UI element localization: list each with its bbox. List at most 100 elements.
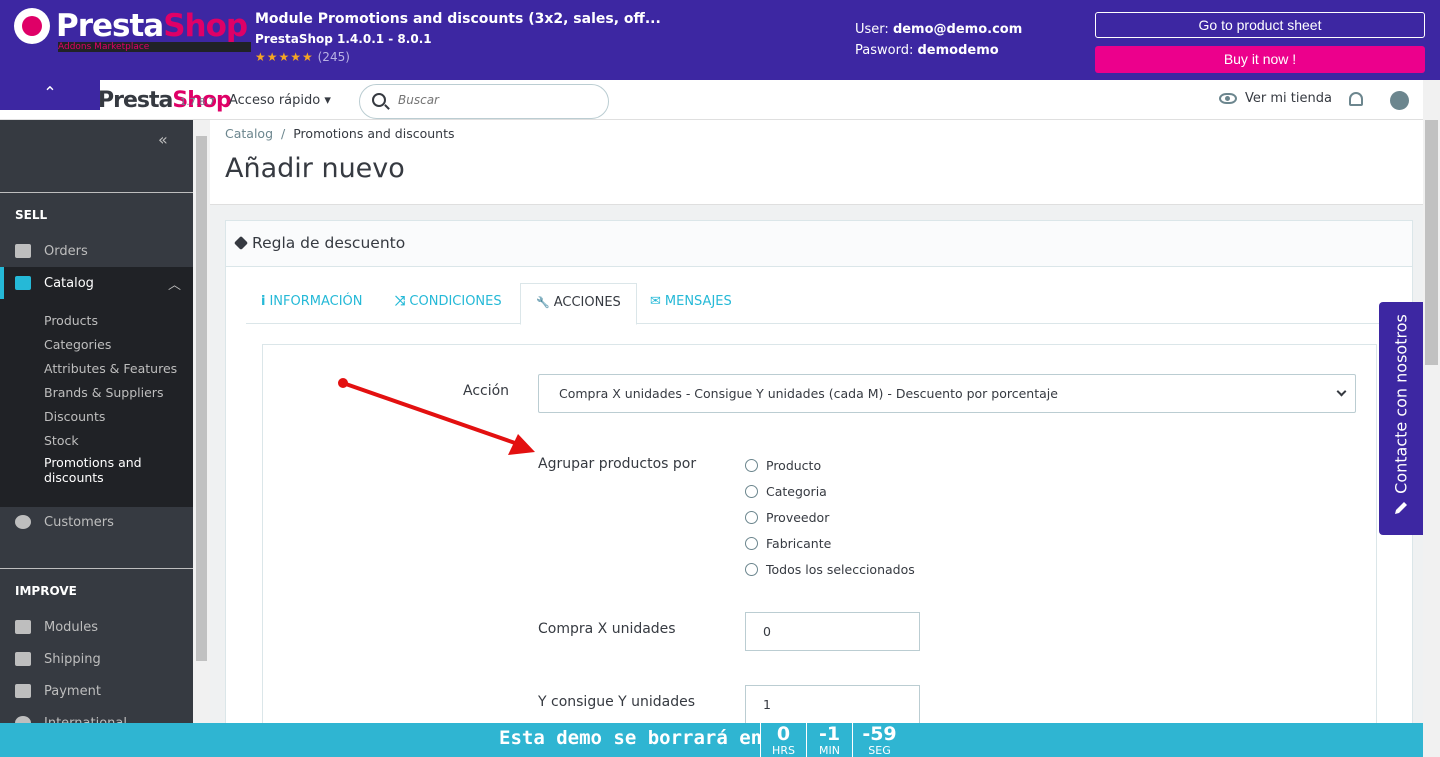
page-scroll-thumb[interactable]	[1425, 120, 1438, 365]
wrench-icon: 🔧	[536, 296, 550, 309]
sidebar-divider	[0, 568, 193, 569]
buy-x-input[interactable]: 0	[745, 612, 920, 651]
buy-x-label: Compra X unidades	[538, 621, 676, 637]
password-label: Pasword:	[855, 43, 914, 58]
radio-producto[interactable]: Producto	[745, 455, 821, 475]
search-box[interactable]	[359, 84, 609, 119]
shuffle-icon: ⤨	[395, 294, 406, 309]
radio-proveedor[interactable]: Proveedor	[745, 507, 829, 527]
sidebar-subitem-categories[interactable]: Categories	[0, 333, 193, 357]
radio-circle[interactable]	[745, 562, 758, 576]
countdown-hours: 0 HRS	[760, 723, 806, 757]
basket-icon	[15, 244, 31, 258]
view-store-link[interactable]: Ver mi tienda	[1219, 91, 1332, 106]
user-value: demo@demo.com	[892, 22, 1023, 37]
action-select[interactable]: Compra X unidades - Consigue Y unidades …	[538, 374, 1356, 413]
sidebar-section-improve: IMPROVE	[15, 584, 77, 598]
sidebar-subitem-promotions[interactable]: Promotions and discounts	[0, 453, 193, 487]
user-label: User:	[855, 22, 889, 37]
password-value: demodemo	[917, 43, 999, 58]
star-rating-icon: ★★★★★	[255, 50, 314, 64]
sidebar-subitem-brands[interactable]: Brands & Suppliers	[0, 381, 193, 405]
view-store-label: Ver mi tienda	[1245, 91, 1332, 106]
tab-mensajes[interactable]: ✉ MENSAJES	[635, 283, 747, 324]
page-header: Catalog / Promotions and discounts Añadir …	[210, 120, 1423, 205]
arrow-shaft	[342, 381, 516, 445]
puzzle-icon	[15, 620, 31, 634]
sidebar-item-customers[interactable]: Customers	[0, 506, 193, 538]
module-version: PrestaShop 1.4.0.1 - 8.0.1	[255, 32, 432, 46]
tab-informacion[interactable]: i INFORMACIÓN	[246, 283, 378, 324]
get-y-input[interactable]: 1	[745, 685, 920, 724]
tab-acciones[interactable]: 🔧 ACCIONES	[520, 283, 637, 325]
addons-topbar: PrestaShop Addons Marketplace Module Pro…	[0, 0, 1440, 80]
radio-categoria[interactable]: Categoria	[745, 481, 827, 501]
radio-circle[interactable]	[745, 484, 758, 498]
store-icon	[15, 276, 31, 290]
admin-header: PrestaShop 1.7.8.7 Acceso rápido ▾ Ver m…	[0, 80, 1440, 120]
discount-rule-panel: Regla de descuento i INFORMACIÓN ⤨ CONDICI…	[225, 220, 1413, 757]
notifications-bell-icon[interactable]	[1349, 92, 1363, 106]
panel-heading: Regla de descuento	[226, 221, 1412, 267]
tab-condiciones[interactable]: ⤨ CONDICIONES	[380, 283, 517, 324]
pencil-icon	[1395, 502, 1407, 514]
get-y-label: Y consigue Y unidades	[538, 694, 696, 710]
logo-subtitle: Addons Marketplace	[58, 42, 251, 52]
page-title: Añadir nuevo	[225, 153, 405, 184]
chevron-up-icon: ︿	[167, 277, 181, 293]
prestashop-bird-icon	[14, 8, 50, 44]
sidebar-subitem-discounts[interactable]: Discounts	[0, 405, 193, 429]
collapse-sidebar-icon[interactable]: «	[158, 130, 168, 149]
truck-icon	[15, 652, 31, 666]
sidebar-scroll-thumb[interactable]	[196, 136, 207, 661]
sidebar-item-orders[interactable]: Orders	[0, 235, 193, 267]
admin-sidebar: « SELL Orders Catalog ︿ Products Categor…	[0, 120, 193, 757]
arrow-head	[508, 434, 535, 455]
user-account-icon[interactable]	[1390, 91, 1409, 110]
action-select-value: Compra X unidades - Consigue Y unidades …	[559, 386, 1058, 401]
search-icon	[372, 93, 386, 107]
form-tabs: i INFORMACIÓN ⤨ CONDICIONES 🔧 ACCIONES ✉ MEN…	[246, 283, 1392, 325]
sidebar-item-catalog[interactable]: Catalog ︿	[0, 267, 193, 299]
eye-icon	[1219, 93, 1237, 104]
buy-it-now-button[interactable]: Buy it now !	[1095, 46, 1425, 73]
collapse-addons-bar-button[interactable]: ⌃	[0, 80, 100, 110]
sidebar-item-shipping[interactable]: Shipping	[0, 643, 193, 675]
sidebar-section-sell: SELL	[15, 208, 48, 222]
admin-version: 1.7.8.7	[180, 97, 215, 108]
envelope-icon: ✉	[650, 294, 661, 309]
radio-todos[interactable]: Todos los seleccionados	[745, 559, 915, 579]
sidebar-subitem-attributes[interactable]: Attributes & Features	[0, 357, 193, 381]
sidebar-subitem-products[interactable]: Products	[0, 309, 193, 333]
radio-circle[interactable]	[745, 510, 758, 524]
search-input[interactable]	[398, 93, 588, 107]
contact-us-label: Contacte con nosotros	[1391, 313, 1411, 494]
prestashop-addons-logo[interactable]: PrestaShop Addons Marketplace	[14, 8, 251, 52]
module-rating: ★★★★★ (245)	[255, 50, 661, 64]
sidebar-item-payment[interactable]: Payment	[0, 675, 193, 707]
module-info: Module Promotions and discounts (3x2, sa…	[255, 11, 661, 64]
radio-circle[interactable]	[745, 458, 758, 472]
countdown-seconds: -59 SEG	[852, 723, 906, 757]
countdown-label: Esta demo se borrará en	[499, 727, 763, 749]
page-scrollbar[interactable]	[1423, 80, 1440, 757]
demo-countdown-bar: Esta demo se borrará en 0 HRS -1 MIN -59…	[0, 723, 1423, 757]
breadcrumb-current: Promotions and discounts	[293, 126, 455, 141]
radio-fabricante[interactable]: Fabricante	[745, 533, 831, 553]
quick-access-dropdown[interactable]: Acceso rápido ▾	[229, 93, 331, 108]
contact-us-tab[interactable]: Contacte con nosotros	[1379, 302, 1423, 535]
sidebar-divider	[0, 192, 193, 193]
sidebar-subitem-stock[interactable]: Stock	[0, 429, 193, 453]
module-title: Module Promotions and discounts (3x2, sa…	[255, 11, 661, 27]
user-circle-icon	[15, 515, 31, 529]
sidebar-item-modules[interactable]: Modules	[0, 611, 193, 643]
group-products-label: Agrupar productos por	[538, 456, 697, 472]
red-arrow-annotation	[338, 378, 535, 455]
chevron-down-icon	[1336, 386, 1347, 397]
review-count: (245)	[317, 50, 350, 64]
go-to-product-sheet-button[interactable]: Go to product sheet	[1095, 12, 1425, 38]
countdown-minutes: -1 MIN	[806, 723, 852, 757]
radio-circle[interactable]	[745, 536, 758, 550]
breadcrumb-catalog[interactable]: Catalog	[225, 126, 273, 141]
sidebar-scrollbar[interactable]	[193, 120, 210, 757]
